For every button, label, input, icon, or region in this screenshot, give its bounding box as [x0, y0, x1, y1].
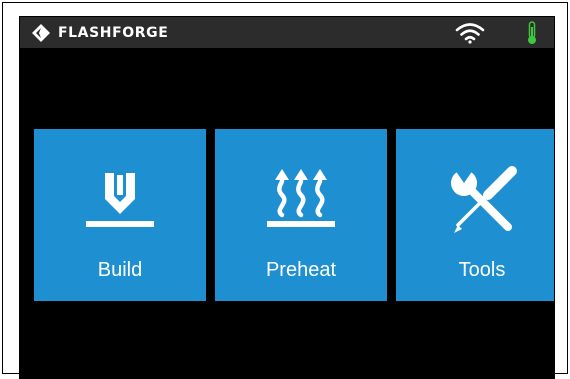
tools-button[interactable]: Tools [396, 129, 554, 301]
wifi-icon[interactable] [455, 22, 485, 44]
build-icon [86, 173, 154, 227]
status-bar: FLASHFORGE [20, 17, 554, 48]
tools-label: Tools [458, 259, 506, 281]
tools-icon [451, 166, 517, 233]
build-button[interactable]: Build [34, 129, 206, 301]
preheat-label: Preheat [265, 259, 337, 281]
build-label: Build [97, 259, 143, 281]
thermometer-icon [528, 21, 536, 44]
device-frame: FLASHFORGE Build Preheat Tools [2, 2, 568, 379]
brand-name: FLASHFORGE [58, 25, 169, 41]
flashforge-diamond-icon [32, 24, 50, 42]
preheat-button[interactable]: Preheat [215, 129, 387, 301]
printer-screen: FLASHFORGE Build Preheat Tools [19, 16, 555, 379]
preheat-icon [267, 169, 335, 227]
